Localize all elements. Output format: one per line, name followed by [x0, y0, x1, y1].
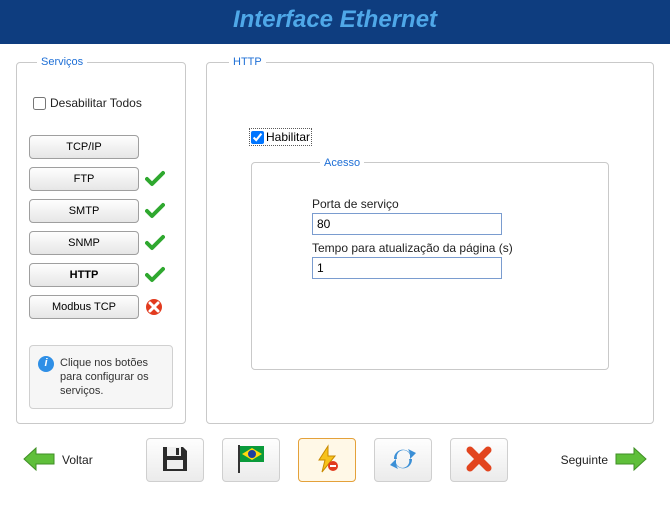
- http-legend: HTTP: [229, 56, 266, 68]
- access-group: Acesso Porta de serviço Tempo para atual…: [251, 157, 609, 370]
- back-button[interactable]: Voltar: [18, 442, 97, 479]
- info-text: Clique nos botões para configurar os ser…: [60, 356, 164, 399]
- check-icon: [145, 266, 165, 284]
- cancel-button[interactable]: [450, 438, 508, 482]
- enable-text: Habilitar: [266, 130, 310, 144]
- close-icon: [466, 446, 492, 475]
- lightning-icon: [313, 444, 341, 477]
- info-box: i Clique nos botões para configurar os s…: [29, 345, 173, 410]
- refresh-button[interactable]: [374, 438, 432, 482]
- footer-toolbar: [146, 438, 508, 482]
- services-list: TCP/IP FTP SMTP SNMP HTTP: [29, 135, 173, 319]
- http-group: HTTP Habilitar Acesso Porta de serviço T…: [206, 56, 654, 424]
- disable-all-label[interactable]: Desabilitar Todos: [33, 96, 142, 110]
- disable-all-checkbox[interactable]: [33, 97, 46, 110]
- service-button-http[interactable]: HTTP: [29, 263, 139, 287]
- service-row: Modbus TCP: [29, 295, 173, 319]
- service-button-modbus[interactable]: Modbus TCP: [29, 295, 139, 319]
- error-icon: [145, 298, 163, 316]
- arrow-left-icon: [22, 446, 56, 475]
- port-label: Porta de serviço: [312, 197, 548, 211]
- refresh-input[interactable]: [312, 257, 502, 279]
- service-row: FTP: [29, 167, 173, 191]
- flag-icon: [234, 443, 268, 478]
- main-content: Serviços Desabilitar Todos TCP/IP FTP SM…: [0, 44, 670, 432]
- footer: Voltar Seguinte: [0, 432, 670, 492]
- enable-label[interactable]: Habilitar: [251, 130, 310, 144]
- action-button[interactable]: [298, 438, 356, 482]
- service-row: SMTP: [29, 199, 173, 223]
- port-input[interactable]: [312, 213, 502, 235]
- page-title: Interface Ethernet: [0, 0, 670, 44]
- back-label: Voltar: [62, 453, 93, 467]
- service-row: SNMP: [29, 231, 173, 255]
- service-button-snmp[interactable]: SNMP: [29, 231, 139, 255]
- refresh-icon: [388, 445, 418, 476]
- enable-row: Habilitar: [251, 130, 609, 147]
- language-button[interactable]: [222, 438, 280, 482]
- arrow-right-icon: [614, 446, 648, 475]
- save-button[interactable]: [146, 438, 204, 482]
- access-legend: Acesso: [320, 157, 364, 169]
- service-row: HTTP: [29, 263, 173, 287]
- service-row: TCP/IP: [29, 135, 173, 159]
- check-icon: [145, 202, 165, 220]
- service-button-ftp[interactable]: FTP: [29, 167, 139, 191]
- check-icon: [145, 170, 165, 188]
- service-button-tcpip[interactable]: TCP/IP: [29, 135, 139, 159]
- next-label: Seguinte: [561, 453, 608, 467]
- enable-checkbox[interactable]: [251, 131, 264, 144]
- disable-all-text: Desabilitar Todos: [50, 96, 142, 110]
- next-button[interactable]: Seguinte: [557, 442, 652, 479]
- check-icon: [145, 234, 165, 252]
- refresh-label: Tempo para atualização da página (s): [312, 241, 548, 255]
- http-inner: Habilitar Acesso Porta de serviço Tempo …: [221, 82, 639, 390]
- info-icon: i: [38, 356, 54, 372]
- services-group: Serviços Desabilitar Todos TCP/IP FTP SM…: [16, 56, 186, 424]
- services-legend: Serviços: [37, 56, 87, 68]
- save-icon: [160, 444, 190, 477]
- disable-all-row: Desabilitar Todos: [33, 96, 173, 113]
- service-button-smtp[interactable]: SMTP: [29, 199, 139, 223]
